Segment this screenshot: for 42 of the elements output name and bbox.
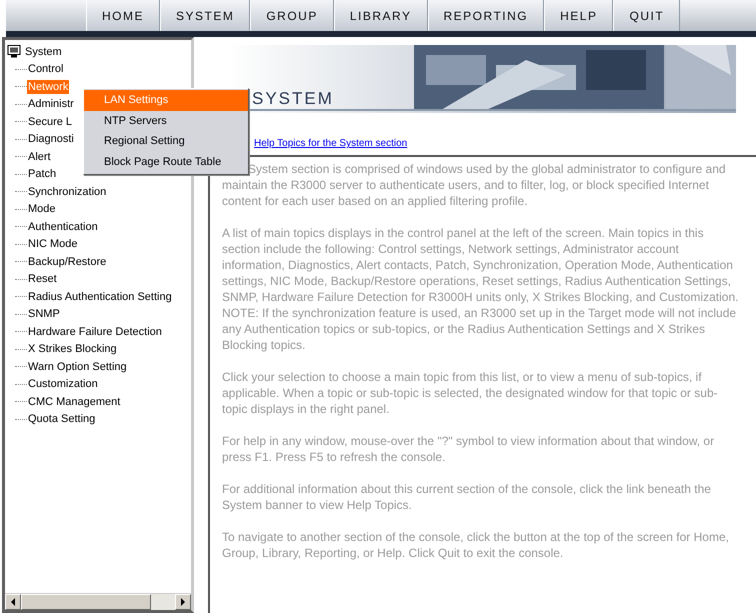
tree-item[interactable]: Alert <box>27 150 52 164</box>
tree-item[interactable]: Hardware Failure Detection <box>27 324 163 339</box>
nav-button[interactable]: LIBRARY <box>334 0 428 31</box>
nav-button[interactable]: REPORTING <box>428 0 544 31</box>
nav-button[interactable]: SYSTEM <box>160 0 250 31</box>
tree-item[interactable]: X Strikes Blocking <box>27 342 118 356</box>
tree-item[interactable]: Authentication <box>27 220 99 234</box>
tree-item[interactable]: NIC Mode <box>27 237 79 252</box>
paragraph: For additional information about this current section of the console, click the link beneath the System banner to view Help Topics. <box>222 481 712 513</box>
tree-item[interactable]: Warn Option Setting <box>27 360 128 374</box>
nav-button[interactable]: QUIT <box>613 0 680 31</box>
tree-item[interactable]: Quota Setting <box>27 412 96 426</box>
tree-item[interactable]: Administr <box>27 97 75 112</box>
tree-item[interactable]: System <box>24 44 63 59</box>
paragraph: To navigate to another section of the console, click the button at the top of the screen for Home, Group, Library, Reporting, or Help. Click Quit to exit the console. <box>222 529 730 561</box>
tree-item[interactable]: Mode <box>27 202 57 216</box>
help-link[interactable]: Help Topics for the System section <box>254 138 408 149</box>
tree-item[interactable]: Customization <box>27 377 99 392</box>
tree-item[interactable]: Control <box>27 62 64 76</box>
scroll-thumb[interactable] <box>21 594 151 610</box>
nav-button[interactable]: GROUP <box>250 0 334 31</box>
tree-item[interactable]: Reset <box>27 272 58 286</box>
tree-item[interactable]: Radius Authentication Setting <box>27 290 173 304</box>
scroll-right-icon[interactable] <box>175 594 191 610</box>
nav-button[interactable]: HOME <box>86 0 160 31</box>
menu-item[interactable]: NTP Servers <box>84 110 248 131</box>
menu-item[interactable]: Regional Setting <box>84 131 248 152</box>
nav-button[interactable]: HELP <box>544 0 614 31</box>
scroll-left-icon[interactable] <box>5 594 21 610</box>
tree-item[interactable]: SNMP <box>27 307 61 322</box>
tree-item[interactable]: Backup/Restore <box>27 254 108 269</box>
paragraph: A list of main topics displays in the control panel at the left of the screen. Main topics in this section include the following: Control settings, Network settings, Administrator account information, Diagnostics, Alert contacts, Patch, Synchronization, Operation Mode, Authentication settings, NIC Mode, Backup/Restore operations, Reset settings, Radius Authentication Settings, SNMP, Hardware Failure Detection for R3000H units only, X Strikes Blocking, and Customization. NOTE: If the synchronization feature is used, an R3000 set up in the Target mode will not include any Authentication topics or sub-topics, or the Radius Authentication Settings and X Strikes Blocking topics. <box>222 225 740 353</box>
paragraph: Click your selection to choose a main topic from this list, or to view a menu of sub-topics, if applicable. When a topic or sub-topic is selected, the designated window for that topic or sub-topic displays in the right panel. <box>222 369 719 417</box>
tree-item[interactable]: CMC Management <box>27 394 122 409</box>
tree-item[interactable]: Secure L <box>27 114 74 129</box>
computer-icon <box>7 45 21 58</box>
tree-item[interactable]: Synchronization <box>27 184 108 199</box>
banner-title: SYSTEM <box>252 89 334 109</box>
tree-item[interactable]: Patch <box>27 167 58 182</box>
horizontal-scrollbar[interactable] <box>5 593 191 610</box>
paragraph: For help in any window, mouse-over the "?" symbol to view information about that window, or press F1. Press F5 to refresh the console. <box>222 433 716 465</box>
tree-item[interactable]: Diagnosti <box>27 132 75 146</box>
